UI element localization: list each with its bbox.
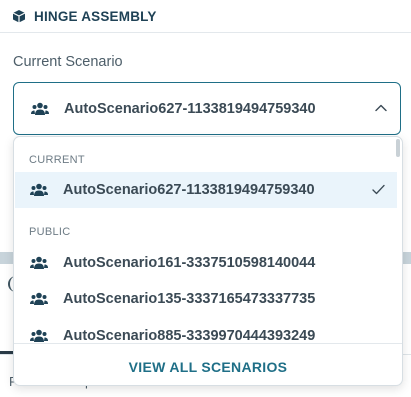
scenario-select[interactable]: AutoScenario627-1133819494759340	[13, 82, 401, 135]
scenario-dropdown-menu[interactable]: CURRENT AutoScenario627-1133819494759340…	[13, 136, 403, 386]
users-icon	[31, 102, 49, 116]
scrollbar-thumb[interactable]	[396, 139, 400, 157]
chevron-up-icon[interactable]	[374, 103, 388, 113]
users-icon	[30, 183, 48, 197]
view-all-scenarios-link[interactable]: VIEW ALL SCENARIOS	[14, 359, 402, 375]
users-icon	[30, 329, 48, 343]
scenario-select-value: AutoScenario627-1133819494759340	[64, 100, 316, 117]
scenario-option-label: AutoScenario885-3339970444393249	[63, 328, 316, 344]
scenario-option[interactable]: AutoScenario161-3337510598140044	[15, 245, 397, 281]
scenario-option-label: AutoScenario161-3337510598140044	[63, 255, 316, 271]
group-label-public: PUBLIC	[29, 226, 71, 238]
scenario-option-label: AutoScenario627-1133819494759340	[63, 182, 315, 198]
group-label-current: CURRENT	[29, 154, 85, 166]
menu-divider	[14, 343, 402, 344]
current-scenario-label: Current Scenario	[13, 54, 123, 70]
scenario-option[interactable]: AutoScenario885-3339970444393249	[15, 318, 397, 354]
users-icon	[30, 292, 48, 306]
page-header: HINGE ASSEMBLY	[0, 0, 411, 33]
users-icon	[30, 256, 48, 270]
scenario-option[interactable]: AutoScenario135-3337165473337735	[15, 281, 397, 317]
check-icon	[372, 184, 385, 195]
scenario-option-label: AutoScenario135-3337165473337735	[63, 291, 316, 307]
cube-icon	[12, 9, 26, 23]
page-title: HINGE ASSEMBLY	[34, 8, 157, 24]
scenario-option[interactable]: AutoScenario627-1133819494759340	[15, 172, 397, 208]
